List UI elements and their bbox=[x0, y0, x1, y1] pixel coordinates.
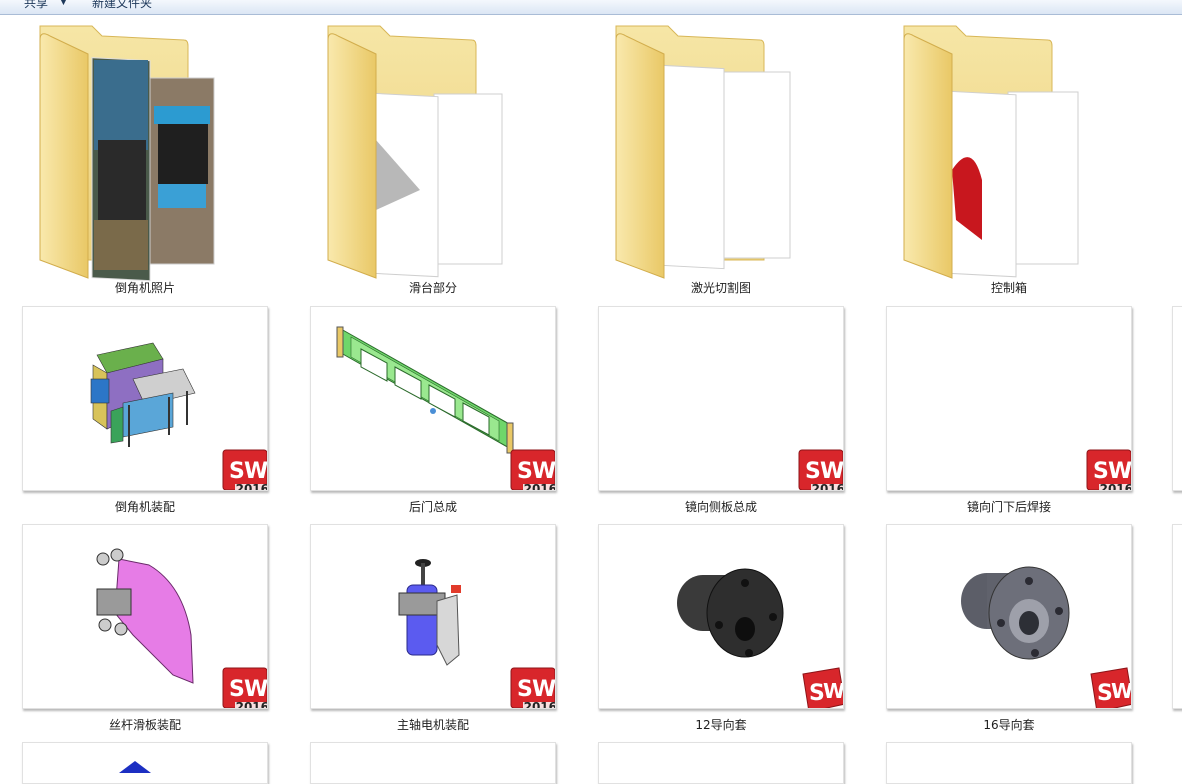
folder-icon bbox=[327, 25, 503, 279]
svg-text:S: S bbox=[517, 677, 533, 702]
svg-text:S: S bbox=[1093, 459, 1109, 484]
share-dropdown-icon[interactable]: ▼ bbox=[60, 0, 67, 7]
svg-text:W: W bbox=[244, 677, 268, 702]
file-thumbnail: S W 2016 bbox=[310, 306, 556, 491]
svg-text:W: W bbox=[532, 459, 556, 484]
folder-label: 滑台部分 bbox=[408, 281, 457, 295]
file-label: 16导向套 bbox=[983, 718, 1035, 732]
file-label: 丝杆滑板装配 bbox=[108, 718, 181, 732]
folder-label: 控制箱 bbox=[990, 281, 1027, 295]
badge-year: 2016 bbox=[523, 700, 556, 709]
svg-text:W: W bbox=[1108, 459, 1132, 484]
badge-year: 2016 bbox=[1099, 482, 1132, 491]
file-label: 镜向门下后焊接 bbox=[966, 500, 1051, 514]
file-label: 后门总成 bbox=[408, 500, 457, 514]
badge-year: 2016 bbox=[523, 482, 556, 491]
folder-icon bbox=[903, 25, 1079, 279]
svg-text:S: S bbox=[229, 677, 245, 702]
folder-label: 倒角机照片 bbox=[114, 281, 175, 295]
solidworks-badge-icon: S W 2016 bbox=[509, 666, 556, 709]
svg-text:W: W bbox=[823, 679, 844, 703]
file-label: 主轴电机装配 bbox=[396, 718, 469, 732]
file-thumbnail: S W 2016 bbox=[22, 306, 268, 491]
solidworks-badge-icon: S W bbox=[1085, 666, 1132, 708]
file-thumbnail-partial[interactable] bbox=[886, 742, 1132, 784]
solidworks-badge-icon: S W 2016 bbox=[509, 448, 556, 491]
file-label: 倒角机装配 bbox=[114, 500, 175, 514]
share-button[interactable]: 共享 bbox=[24, 0, 48, 11]
file-thumbnail: S W 2016 bbox=[22, 524, 268, 709]
svg-text:W: W bbox=[244, 459, 268, 484]
badge-year: 2016 bbox=[235, 700, 268, 709]
file-label: 镜向侧板总成 bbox=[684, 500, 757, 514]
svg-text:S: S bbox=[805, 459, 821, 484]
file-thumbnail-partial[interactable] bbox=[22, 742, 268, 784]
file-thumbnail: S W bbox=[598, 524, 844, 709]
file-thumbnail: S W bbox=[886, 524, 1132, 709]
file-label: 12导向套 bbox=[695, 718, 747, 732]
badge-year: 2016 bbox=[235, 482, 268, 491]
file-thumbnail: S W 2016 bbox=[598, 306, 844, 491]
file-thumbnail: S W 2016 bbox=[310, 524, 556, 709]
svg-text:S: S bbox=[517, 459, 533, 484]
solidworks-badge-icon: S W 2016 bbox=[1085, 448, 1132, 491]
svg-text:W: W bbox=[1111, 679, 1132, 703]
svg-text:W: W bbox=[820, 459, 844, 484]
file-thumbnail: S W 2016 bbox=[886, 306, 1132, 491]
solidworks-badge-icon: S W 2016 bbox=[797, 448, 844, 491]
folder-icon bbox=[39, 25, 215, 282]
new-folder-button[interactable]: 新建文件夹 bbox=[92, 0, 152, 11]
solidworks-badge-icon: S W 2016 bbox=[221, 448, 268, 491]
solidworks-badge-icon: S W bbox=[797, 666, 844, 708]
svg-text:S: S bbox=[229, 459, 245, 484]
svg-text:W: W bbox=[532, 677, 556, 702]
file-thumbnail-partial[interactable] bbox=[598, 742, 844, 784]
folder-label: 激光切割图 bbox=[690, 281, 751, 295]
part-preview-icon bbox=[119, 761, 151, 773]
solidworks-badge-icon: S W 2016 bbox=[221, 666, 268, 709]
folder-icon bbox=[615, 25, 791, 279]
file-thumbnail-partial[interactable] bbox=[1172, 306, 1182, 491]
file-thumbnail-partial[interactable] bbox=[310, 742, 556, 784]
badge-year: 2016 bbox=[811, 482, 844, 491]
file-thumbnail-partial[interactable] bbox=[1172, 524, 1182, 709]
command-bar: 共享 ▼ 新建文件夹 bbox=[0, 0, 1182, 15]
